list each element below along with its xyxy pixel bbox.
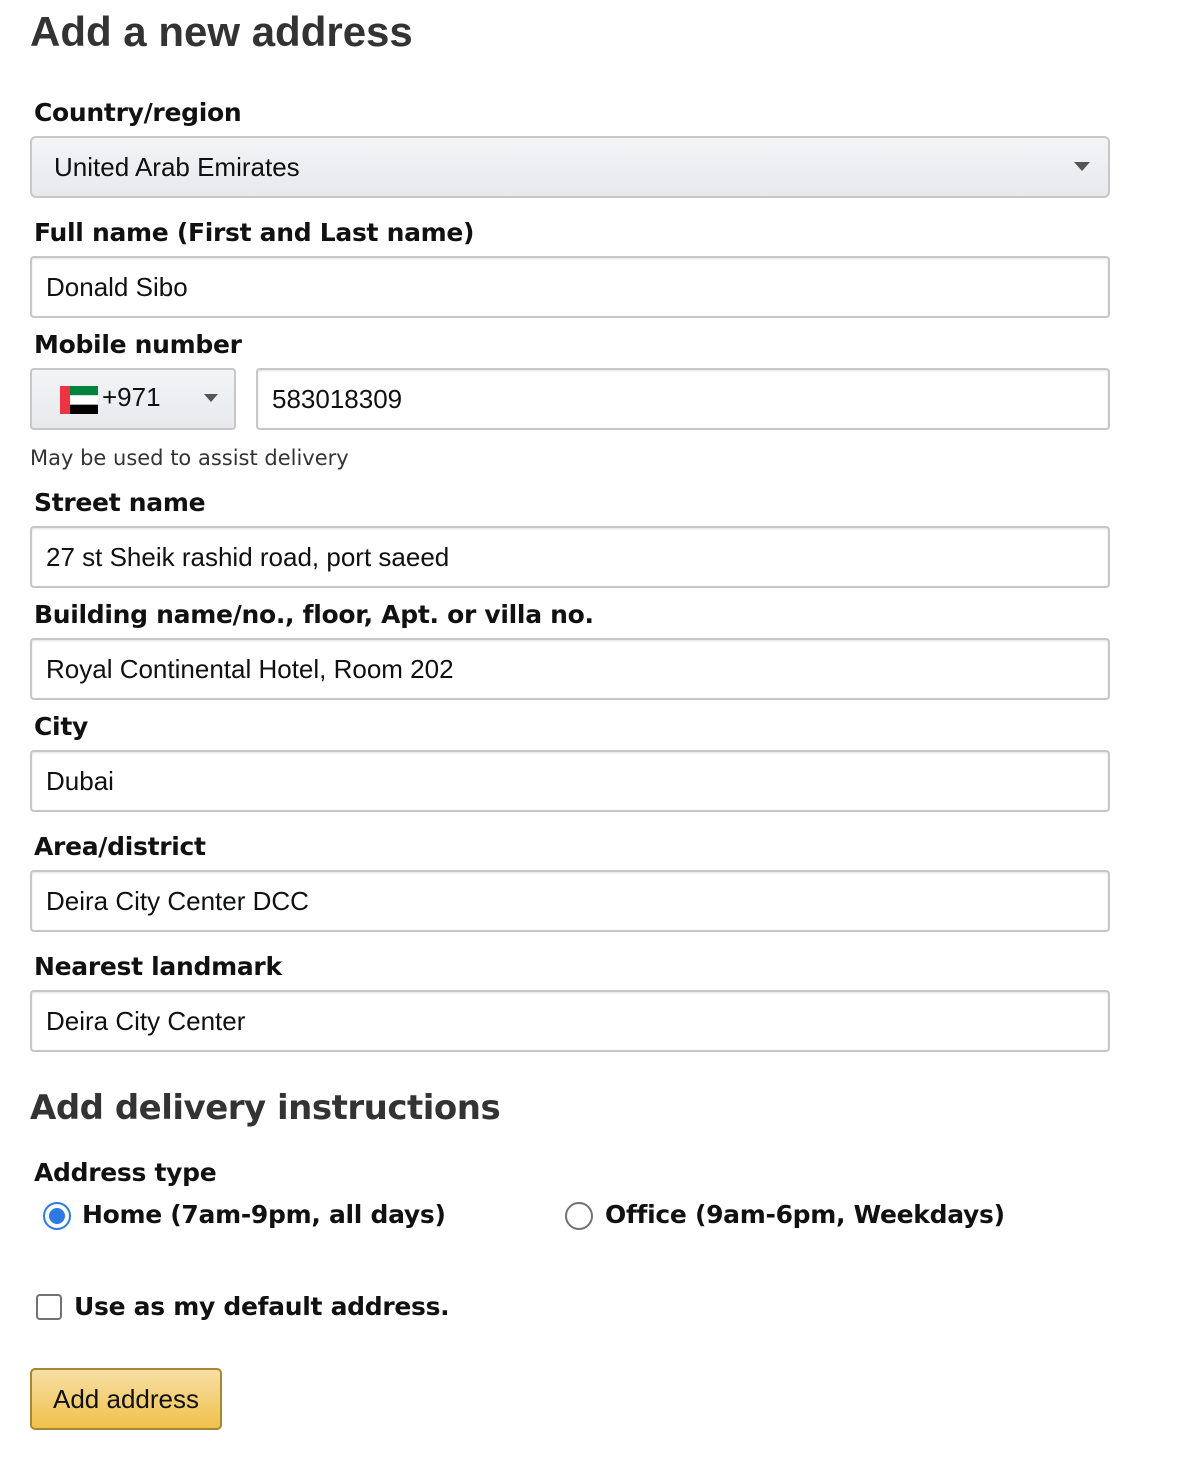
phone-country-code: +971 — [102, 382, 161, 412]
full-name-input[interactable]: Donald Sibo — [30, 256, 1110, 318]
add-address-button[interactable]: Add address — [30, 1368, 222, 1430]
chevron-down-icon — [1074, 162, 1090, 171]
city-label: City — [34, 712, 88, 741]
address-type-home-label[interactable]: Home (7am-9pm, all days) — [82, 1200, 446, 1229]
country-select[interactable]: United Arab Emirates — [30, 136, 1110, 198]
mobile-label: Mobile number — [34, 330, 242, 359]
city-input[interactable]: Dubai — [30, 750, 1110, 812]
default-address-label[interactable]: Use as my default address. — [74, 1292, 450, 1321]
building-input[interactable]: Royal Continental Hotel, Room 202 — [30, 638, 1110, 700]
street-input[interactable]: 27 st Sheik rashid road, port saeed — [30, 526, 1110, 588]
mobile-number-input[interactable]: 583018309 — [256, 368, 1110, 430]
address-type-office-label[interactable]: Office (9am-6pm, Weekdays) — [605, 1200, 1005, 1229]
area-label: Area/district — [34, 832, 206, 861]
address-type-office-radio[interactable] — [565, 1202, 593, 1230]
mobile-helper-text: May be used to assist delivery — [30, 446, 349, 470]
phone-country-code-select[interactable]: +971 — [30, 368, 236, 430]
building-label: Building name/no., floor, Apt. or villa … — [34, 600, 594, 629]
country-value: United Arab Emirates — [54, 152, 300, 182]
landmark-label: Nearest landmark — [34, 952, 282, 981]
chevron-down-icon — [204, 394, 218, 402]
full-name-label: Full name (First and Last name) — [34, 218, 475, 247]
landmark-input[interactable]: Deira City Center — [30, 990, 1110, 1052]
street-label: Street name — [34, 488, 206, 517]
uae-flag-icon — [60, 386, 98, 414]
country-label: Country/region — [34, 98, 242, 127]
address-type-label: Address type — [34, 1158, 217, 1187]
default-address-checkbox[interactable] — [36, 1294, 62, 1320]
area-input[interactable]: Deira City Center DCC — [30, 870, 1110, 932]
page-title: Add a new address — [30, 8, 413, 55]
address-type-home-radio[interactable] — [43, 1202, 71, 1230]
delivery-instructions-title: Add delivery instructions — [30, 1088, 501, 1128]
